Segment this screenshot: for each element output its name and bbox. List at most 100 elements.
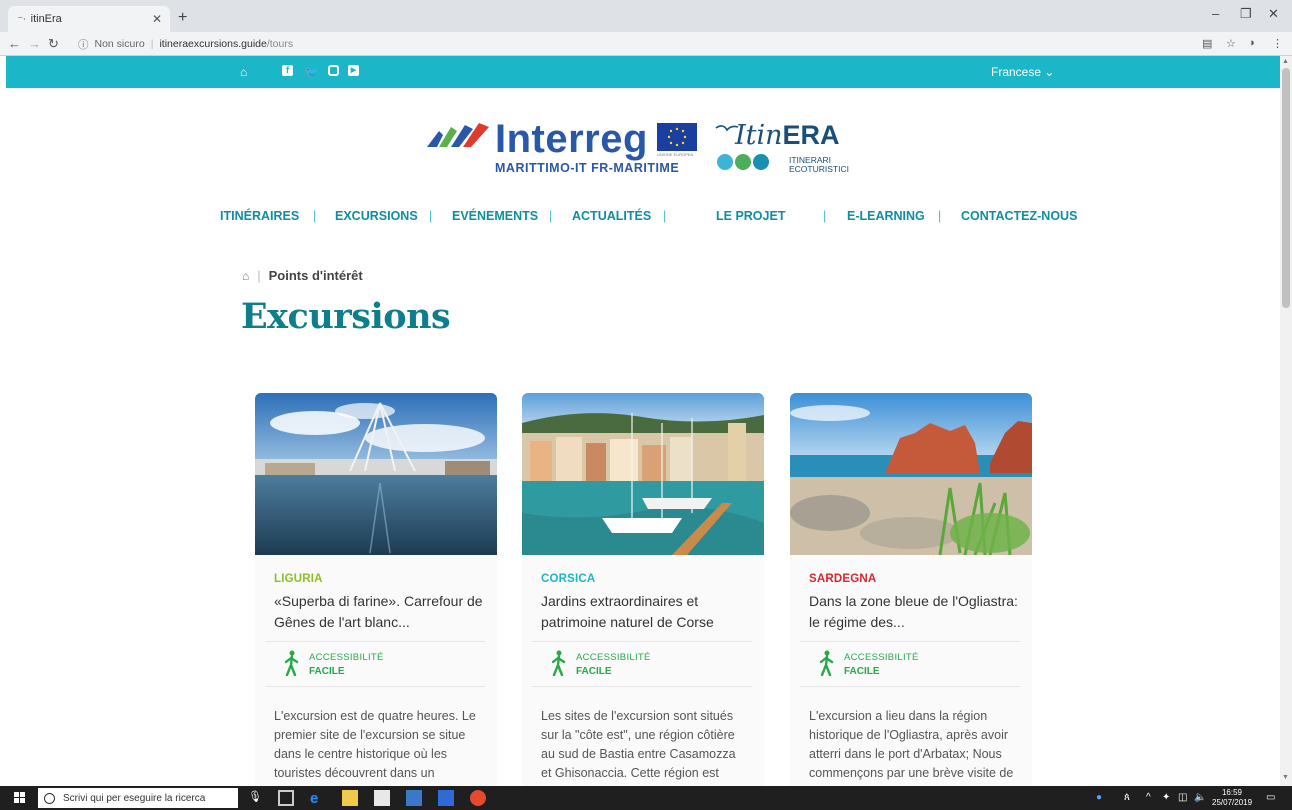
- nav-e-learning[interactable]: E-LEARNING: [847, 209, 925, 223]
- network-globe-icon[interactable]: ●: [1096, 792, 1102, 803]
- close-window-icon[interactable]: ✕: [1268, 6, 1279, 22]
- twitter-icon[interactable]: 🐦: [304, 65, 319, 79]
- url-host: itineraexcursions.guide: [159, 38, 267, 50]
- nav-separator: |: [313, 209, 317, 223]
- nav-evenements[interactable]: EVÉNEMENTS: [452, 209, 538, 223]
- tray-expand-icon[interactable]: ^: [1146, 792, 1151, 803]
- nav-separator: |: [938, 209, 942, 223]
- walking-person-icon: [820, 650, 834, 676]
- windows-taskbar: Scrivi qui per eseguire la ricerca 🎙 e ●…: [0, 786, 1292, 810]
- address-bar-row: ← → ↻ ⓘ Non sicuro | itineraexcursions.g…: [0, 32, 1292, 56]
- interreg-subtitle: MARITTIMO-IT FR-MARITIME: [495, 161, 680, 175]
- scroll-up-icon[interactable]: ▲: [1282, 58, 1289, 65]
- card-description: Les sites de l'excursion sont situés sur…: [541, 709, 736, 788]
- new-tab-button[interactable]: +: [178, 9, 187, 27]
- card-region: CORSICA: [541, 573, 596, 585]
- browser-menu-icon[interactable]: ⋮: [1272, 37, 1283, 50]
- volume-icon[interactable]: 🔈: [1194, 792, 1206, 803]
- nav-actualites[interactable]: ACTUALITÉS: [572, 209, 651, 223]
- main-navigation: ITINÉRAIRES | EXCURSIONS | EVÉNEMENTS | …: [0, 209, 1292, 227]
- itinera-wordmark: ItinERA: [735, 120, 840, 151]
- instagram-icon[interactable]: [328, 65, 339, 76]
- url-separator: |: [150, 38, 154, 50]
- browser-tab[interactable]: ⁻ᐧ itinEra ✕: [8, 6, 170, 32]
- facebook-icon[interactable]: f: [282, 65, 293, 76]
- nav-separator: |: [823, 209, 827, 223]
- taskbar-clock[interactable]: 16:59 25/07/2019: [1212, 788, 1252, 808]
- interreg-logo[interactable]: Interreg MARITTIMO-IT FR-MARITIME UNIONE…: [425, 115, 705, 180]
- minimize-icon[interactable]: –: [1212, 6, 1219, 21]
- browser-tab-strip: ⁻ᐧ itinEra ✕ + – ❐ ✕: [0, 0, 1292, 32]
- nav-separator: |: [429, 209, 433, 223]
- walking-person-icon: [285, 650, 299, 676]
- nav-contactez-nous[interactable]: CONTACTEZ-NOUS: [961, 209, 1077, 223]
- nav-excursions[interactable]: EXCURSIONS: [335, 209, 418, 223]
- interreg-wave-icon: [427, 123, 489, 147]
- card-region: LIGURIA: [274, 573, 323, 585]
- extension-icon[interactable]: ◑: [1248, 37, 1255, 49]
- taskbar-search-box[interactable]: Scrivi qui per eseguire la ricerca: [38, 788, 238, 808]
- clock-time: 16:59: [1221, 788, 1243, 797]
- breadcrumb: ⌂ | Points d'intérêt: [242, 268, 363, 283]
- youtube-icon[interactable]: ▶: [348, 65, 359, 76]
- excursion-card-liguria[interactable]: LIGURIA «Superba di farine». Carrefour d…: [255, 393, 497, 788]
- basket-circle-icon: [753, 154, 769, 170]
- excursion-card-sardegna[interactable]: SARDEGNA Dans la zone bleue de l'Ogliast…: [790, 393, 1032, 788]
- people-icon[interactable]: ጰ: [1124, 792, 1130, 803]
- info-icon[interactable]: ⓘ: [78, 37, 89, 52]
- breadcrumb-home-icon[interactable]: ⌂: [242, 269, 249, 283]
- accessibility-label: ACCESSIBILITÉ: [844, 652, 919, 663]
- card-image-genoa-harbor[interactable]: [255, 393, 497, 555]
- page-scrollbar[interactable]: ▲ ▼: [1280, 56, 1292, 786]
- card-title[interactable]: «Superba di farine». Carrefour de Gênes …: [274, 591, 488, 633]
- itinera-prefix: Itin: [735, 120, 783, 151]
- mail-icon[interactable]: [406, 790, 422, 806]
- accessibility-label: ACCESSIBILITÉ: [309, 652, 384, 663]
- clock-date: 25/07/2019: [1212, 798, 1253, 807]
- taskbar-search-placeholder: Scrivi qui per eseguire la ricerca: [63, 792, 206, 804]
- edge-browser-icon[interactable]: e: [310, 790, 326, 807]
- breadcrumb-current[interactable]: Points d'intérêt: [269, 268, 363, 283]
- nav-itineraires[interactable]: ITINÉRAIRES: [220, 209, 299, 223]
- card-title[interactable]: Dans la zone bleue de l'Ogliastra: le ré…: [809, 591, 1023, 633]
- chrome-icon[interactable]: [470, 790, 486, 806]
- breadcrumb-separator: |: [257, 268, 261, 283]
- task-view-icon[interactable]: [278, 790, 294, 806]
- back-icon[interactable]: ←: [8, 36, 21, 51]
- card-region: SARDEGNA: [809, 573, 877, 585]
- bookmark-star-icon[interactable]: ☆: [1226, 37, 1236, 50]
- leaf-circle-icon: [735, 154, 751, 170]
- accessibility-label: ACCESSIBILITÉ: [576, 652, 651, 663]
- scrollbar-thumb[interactable]: [1282, 68, 1290, 308]
- nav-le-projet[interactable]: LE PROJET: [716, 209, 785, 223]
- accessibility-value: FACILE: [309, 666, 345, 677]
- scroll-down-icon[interactable]: ▼: [1282, 774, 1289, 781]
- file-explorer-icon[interactable]: [342, 790, 358, 806]
- excursion-card-corsica[interactable]: CORSICA Jardins extraordinaires et patri…: [522, 393, 764, 788]
- notification-center-icon[interactable]: ▭: [1266, 792, 1275, 803]
- card-image-ogliastra-coast[interactable]: [790, 393, 1032, 555]
- nav-separator: |: [663, 209, 667, 223]
- microphone-icon[interactable]: 🎙: [248, 790, 264, 806]
- translate-icon[interactable]: ▤: [1202, 37, 1212, 50]
- itinera-sub-line2: ECOTURISTICI: [789, 164, 849, 174]
- home-icon[interactable]: ⌂: [240, 65, 247, 79]
- accessibility-block: ACCESSIBILITÉ FACILE: [265, 641, 485, 687]
- windows-start-icon[interactable]: [14, 792, 26, 804]
- accessibility-value: FACILE: [844, 666, 880, 677]
- itinera-logo[interactable]: ItinERA ITINERARI ECOTURISTICI: [715, 118, 875, 178]
- accessibility-block: ACCESSIBILITÉ FACILE: [800, 641, 1020, 687]
- language-selector[interactable]: Francese ⌄: [991, 65, 1054, 79]
- card-image-bastia-port[interactable]: [522, 393, 764, 555]
- url-field[interactable]: ⓘ Non sicuro | itineraexcursions.guide /…: [78, 35, 1198, 53]
- card-title[interactable]: Jardins extraordinaires et patrimoine na…: [541, 591, 755, 633]
- forward-icon[interactable]: →: [28, 36, 41, 51]
- maximize-icon[interactable]: ❐: [1240, 6, 1252, 22]
- close-tab-icon[interactable]: ✕: [152, 12, 162, 26]
- dropbox-tray-icon[interactable]: ✦: [1162, 792, 1170, 803]
- store-icon[interactable]: [374, 790, 390, 806]
- reload-icon[interactable]: ↻: [48, 36, 59, 52]
- url-path: /tours: [266, 38, 294, 50]
- dropbox-icon[interactable]: [438, 790, 454, 806]
- wifi-icon[interactable]: ◫: [1178, 792, 1187, 803]
